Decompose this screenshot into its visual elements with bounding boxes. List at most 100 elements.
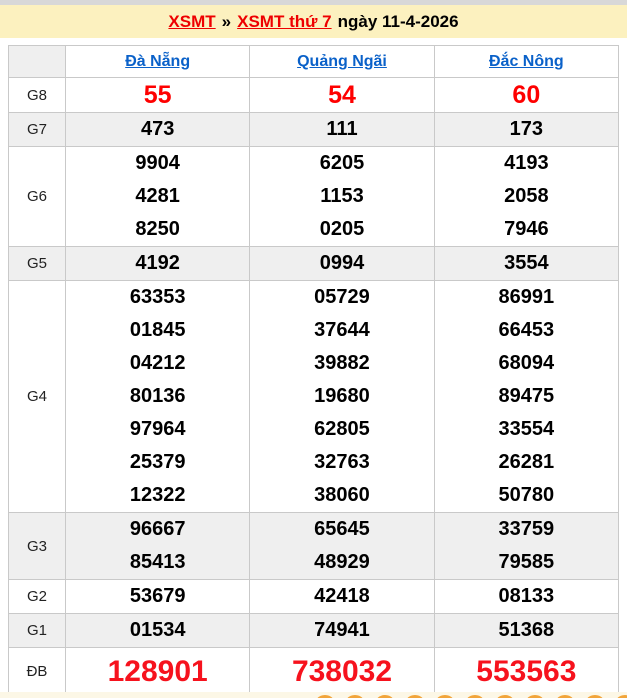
prize-number: 32763 (250, 446, 433, 479)
prize-number: 9904 (66, 147, 249, 180)
prize-number: 80136 (66, 380, 249, 413)
breadcrumb-link-xsmt-day[interactable]: XSMT thứ 7 (237, 12, 331, 32)
prize-number: 01845 (66, 314, 249, 347)
prize-cell: 05729376443988219680628053276338060 (250, 281, 434, 513)
prize-number: 111 (250, 113, 433, 146)
prize-row-g7: G7473111173 (9, 113, 619, 147)
prize-row-g3: G3966678541365645489293375979585 (9, 513, 619, 580)
prize-number: 25379 (66, 446, 249, 479)
prize-number: 65645 (250, 513, 433, 546)
prize-number: 4281 (66, 180, 249, 213)
province-link-da-nang[interactable]: Đà Nẵng (125, 53, 190, 70)
prize-number: 05729 (250, 281, 433, 314)
prize-number: 85413 (66, 546, 249, 579)
prize-number: 66453 (435, 314, 618, 347)
prize-number: 26281 (435, 446, 618, 479)
prize-cell: 51368 (434, 614, 618, 648)
prize-number: 74941 (250, 614, 433, 647)
prize-number: 08133 (435, 580, 618, 613)
breadcrumb-separator: » (222, 12, 231, 32)
prize-cell: 63353018450421280136979642537912322 (66, 281, 250, 513)
prize-number: 33759 (435, 513, 618, 546)
prize-number: 79585 (435, 546, 618, 579)
prize-number: 4192 (66, 247, 249, 280)
prize-cell: 60 (434, 78, 618, 113)
prize-number: 33554 (435, 413, 618, 446)
prize-number: 12322 (66, 479, 249, 512)
prize-number: 54 (250, 78, 433, 112)
prize-row-g4: G463353018450421280136979642537912322057… (9, 281, 619, 513)
prize-cell: 55 (66, 78, 250, 113)
prize-cell: 473 (66, 113, 250, 147)
prize-number: 39882 (250, 347, 433, 380)
prize-number: 42418 (250, 580, 433, 613)
prize-cell: 419320587946 (434, 147, 618, 247)
breadcrumb-title: XSMT » XSMT thứ 7 ngày 11-4-2026 (0, 5, 627, 38)
prize-label: G6 (9, 147, 66, 247)
prize-cell: 54 (250, 78, 434, 113)
prize-number: 128901 (66, 648, 249, 695)
prize-number: 4193 (435, 147, 618, 180)
prize-number: 53679 (66, 580, 249, 613)
prize-label: G5 (9, 247, 66, 281)
prize-cell: 620511530205 (250, 147, 434, 247)
prize-cell: 08133 (434, 580, 618, 614)
title-date-text: ngày 11-4-2026 (338, 12, 459, 32)
prize-cell: 173 (434, 113, 618, 147)
prize-row-g8: G8555460 (9, 78, 619, 113)
prize-cell: 86991664536809489475335542628150780 (434, 281, 618, 513)
prize-cell: 42418 (250, 580, 434, 614)
prize-number: 553563 (435, 648, 618, 695)
prize-number: 60 (435, 78, 618, 112)
header-row: Đà Nẵng Quảng Ngãi Đắc Nông (9, 46, 619, 78)
prize-number: 6205 (250, 147, 433, 180)
prize-cell: 01534 (66, 614, 250, 648)
corner-cell (9, 46, 66, 78)
prize-number: 68094 (435, 347, 618, 380)
prize-label: G1 (9, 614, 66, 648)
prize-cell: 3554 (434, 247, 618, 281)
province-header: Quảng Ngãi (250, 46, 434, 78)
prize-label: G8 (9, 78, 66, 113)
province-link-dac-nong[interactable]: Đắc Nông (489, 53, 564, 70)
province-link-quang-ngai[interactable]: Quảng Ngãi (297, 53, 387, 70)
lottery-results-table: Đà Nẵng Quảng Ngãi Đắc Nông G8555460G747… (8, 45, 619, 696)
prize-number: 01534 (66, 614, 249, 647)
prize-label: G7 (9, 113, 66, 147)
province-header: Đà Nẵng (66, 46, 250, 78)
prize-number: 38060 (250, 479, 433, 512)
prize-label: G2 (9, 580, 66, 614)
province-header: Đắc Nông (434, 46, 618, 78)
prize-row-g1: G1015347494151368 (9, 614, 619, 648)
prize-cell: 990442818250 (66, 147, 250, 247)
prize-number: 89475 (435, 380, 618, 413)
prize-label: G4 (9, 281, 66, 513)
prize-number: 96667 (66, 513, 249, 546)
prize-label: ĐB (9, 648, 66, 696)
prize-row-đb: ĐB128901738032553563 (9, 648, 619, 696)
prize-cell: 553563 (434, 648, 618, 696)
prize-cell: 738032 (250, 648, 434, 696)
prize-cell: 111 (250, 113, 434, 147)
prize-cell: 3375979585 (434, 513, 618, 580)
prize-number: 0205 (250, 213, 433, 246)
prize-number: 63353 (66, 281, 249, 314)
prize-number: 51368 (435, 614, 618, 647)
prize-cell: 74941 (250, 614, 434, 648)
prize-number: 3554 (435, 247, 618, 280)
prize-row-g5: G5419209943554 (9, 247, 619, 281)
breadcrumb-link-xsmt[interactable]: XSMT (168, 12, 215, 32)
prize-number: 1153 (250, 180, 433, 213)
prize-label: G3 (9, 513, 66, 580)
prize-cell: 9666785413 (66, 513, 250, 580)
prize-number: 738032 (250, 648, 433, 695)
prize-number: 48929 (250, 546, 433, 579)
prize-number: 86991 (435, 281, 618, 314)
prize-cell: 0994 (250, 247, 434, 281)
prize-cell: 53679 (66, 580, 250, 614)
prize-number: 62805 (250, 413, 433, 446)
prize-number: 7946 (435, 213, 618, 246)
prize-number: 50780 (435, 479, 618, 512)
prize-number: 173 (435, 113, 618, 146)
prize-number: 04212 (66, 347, 249, 380)
